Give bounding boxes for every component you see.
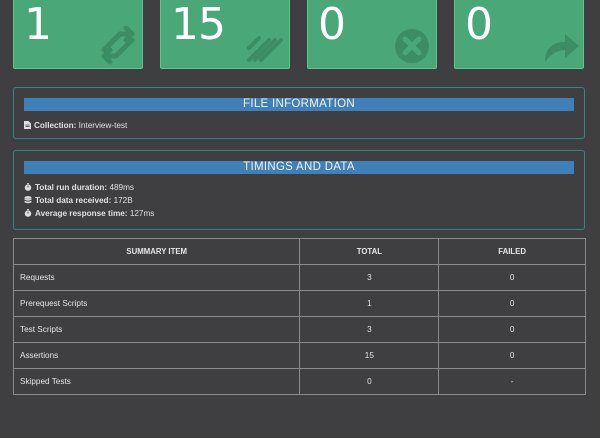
- table-header-row: SUMMARY ITEM TOTAL FAILED: [12, 238, 586, 265]
- header-failed: FAILED: [438, 238, 586, 265]
- total-cell: 15: [299, 342, 440, 369]
- refresh-icon: [101, 25, 135, 65]
- summary-item-cell: Requests: [12, 264, 301, 291]
- card-value: 1: [24, 0, 52, 50]
- times-circle-icon: [395, 29, 429, 63]
- timings-panel: TIMINGS AND DATA Total run duration: 489…: [13, 150, 585, 230]
- stopwatch-icon: [24, 183, 32, 191]
- file-information-panel: FILE INFORMATION Collection: Interview-t…: [13, 87, 585, 139]
- database-icon: [24, 196, 32, 204]
- card-value: 15: [171, 0, 226, 50]
- card-skipped: 0: [454, 0, 584, 69]
- failed-cell: 0: [438, 342, 586, 369]
- timing-label: Total data received:: [35, 196, 112, 205]
- collection-row: Collection: Interview-test: [14, 119, 584, 132]
- summary-table: SUMMARY ITEM TOTAL FAILED Requests 3 0 P…: [12, 238, 586, 395]
- table-row: Test Scripts 3 0: [12, 316, 586, 343]
- share-arrow-icon: [545, 34, 579, 62]
- timing-label: Average response time:: [35, 209, 128, 218]
- collection-value: Interview-test: [78, 121, 128, 130]
- table-row: Prerequest Scripts 1 0: [12, 290, 586, 317]
- timing-value: 172B: [113, 196, 133, 205]
- list-check-icon: [247, 36, 283, 62]
- timing-value: 127ms: [129, 209, 155, 218]
- timing-row-duration: Total run duration: 489ms: [14, 181, 584, 194]
- total-cell: 3: [299, 316, 440, 343]
- total-cell: 1: [299, 290, 440, 317]
- header-summary-item: SUMMARY ITEM: [12, 238, 301, 265]
- failed-cell: 0: [438, 264, 586, 291]
- card-failed: 0: [307, 0, 437, 69]
- timing-row-data: Total data received: 172B: [14, 194, 584, 207]
- panel-title: FILE INFORMATION: [24, 98, 574, 111]
- table-row: Assertions 15 0: [12, 342, 586, 369]
- stats-cards: 1 15 0 0: [13, 0, 586, 70]
- summary-item-cell: Prerequest Scripts: [12, 290, 301, 317]
- failed-cell: -: [438, 368, 586, 395]
- card-value: 0: [465, 0, 493, 50]
- timing-label: Total run duration:: [35, 183, 108, 192]
- card-assertions: 15: [160, 0, 290, 69]
- stopwatch-icon: [24, 209, 32, 217]
- timing-value: 489ms: [109, 183, 135, 192]
- table-row: Skipped Tests 0 -: [12, 368, 586, 395]
- summary-item-cell: Skipped Tests: [12, 368, 301, 395]
- failed-cell: 0: [438, 316, 586, 343]
- collection-label: Collection:: [34, 121, 77, 130]
- file-icon: [24, 121, 31, 129]
- panel-title: TIMINGS AND DATA: [24, 161, 574, 174]
- header-total: TOTAL: [299, 238, 440, 265]
- total-cell: 0: [299, 368, 440, 395]
- total-cell: 3: [299, 264, 440, 291]
- table-row: Requests 3 0: [12, 264, 586, 291]
- card-value: 0: [318, 0, 346, 50]
- summary-item-cell: Test Scripts: [12, 316, 301, 343]
- timing-row-average: Average response time: 127ms: [14, 207, 584, 220]
- summary-item-cell: Assertions: [12, 342, 301, 369]
- failed-cell: 0: [438, 290, 586, 317]
- card-iterations: 1: [13, 0, 143, 69]
